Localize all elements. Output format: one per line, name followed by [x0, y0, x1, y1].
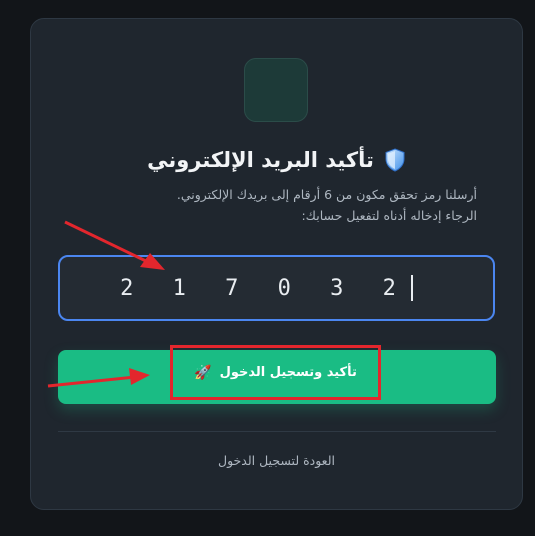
verification-card: تأكيد البريد الإلكتروني أرسلنا رمز تحقق …	[30, 18, 523, 510]
divider	[58, 431, 496, 432]
instructions-line-2: الرجاء إدخاله أدناه لتفعيل حسابك:	[301, 208, 477, 223]
instructions-text: أرسلنا رمز تحقق مكون من 6 أرقام إلى بريد…	[51, 184, 477, 226]
confirm-login-label: تأكيد وتسجيل الدخول	[219, 365, 357, 380]
verification-code-input[interactable]: 2 1 7 0 3 2	[58, 255, 495, 321]
text-caret	[410, 275, 413, 301]
instructions-line-1: أرسلنا رمز تحقق مكون من 6 أرقام إلى بريد…	[176, 187, 477, 202]
confirm-login-button-label-area[interactable]: تأكيد وتسجيل الدخول 🚀	[170, 345, 381, 400]
logo-placeholder	[244, 58, 308, 122]
code-value: 2 1 7 0 3 2	[120, 275, 409, 301]
back-to-login-link[interactable]: العودة لتسجيل الدخول	[31, 453, 522, 468]
page-title: تأكيد البريد الإلكتروني	[31, 145, 522, 175]
title-text: تأكيد البريد الإلكتروني	[147, 148, 374, 172]
rocket-icon: 🚀	[194, 364, 212, 381]
shield-icon	[385, 148, 405, 172]
